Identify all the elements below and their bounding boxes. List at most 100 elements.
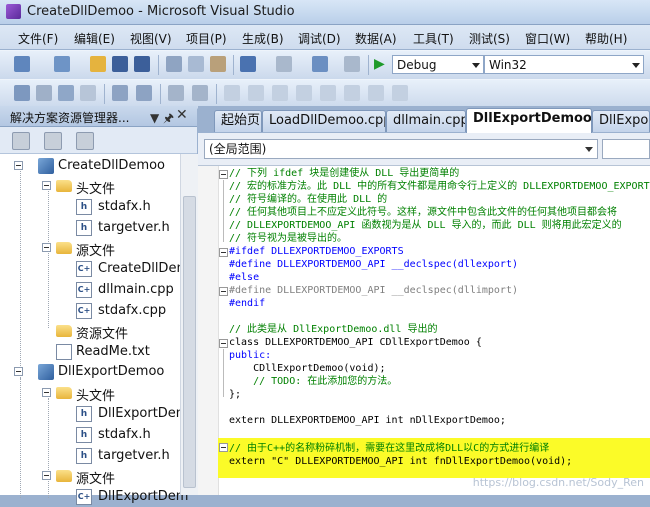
member-select[interactable] (602, 139, 650, 159)
scrollbar-thumb[interactable] (183, 196, 196, 488)
code-editor[interactable]: // 下列 ifdef 块是创建使从 DLL 导出更简单的 // 宏的标准方法。… (198, 166, 650, 495)
tab-start-page[interactable]: 起始页 (214, 110, 262, 132)
menu-build[interactable]: 生成(B) (242, 30, 284, 47)
uncomment-lines-icon[interactable] (192, 85, 208, 101)
navigate-forward-icon[interactable] (344, 56, 360, 72)
tree-node-label: CreateDllDemoo (58, 158, 166, 173)
menu-view[interactable]: 视图(V) (130, 30, 172, 47)
solution-explorer-title: 解决方案资源管理器... (10, 111, 130, 125)
tree-node-label: targetver.h (98, 220, 170, 235)
chevron-down-icon (472, 63, 480, 68)
code-line: // 任何其他项目上不应定义此符号。这样，源文件中包含此文件的任何其他项目都会将 (229, 207, 618, 218)
quick-info-icon[interactable] (58, 85, 74, 101)
solution-configuration-select[interactable]: Debug (392, 55, 484, 74)
tree-connector (48, 398, 49, 498)
menu-help[interactable]: 帮助(H) (585, 30, 627, 47)
comment-lines-icon[interactable] (168, 85, 184, 101)
code-line: #endif (229, 298, 266, 309)
copy-icon[interactable] (188, 56, 204, 72)
toggle-bookmark-icon[interactable] (224, 85, 240, 101)
previous-bookmark-icon[interactable] (248, 85, 264, 101)
start-debugging-icon[interactable]: ▶ (374, 56, 390, 72)
collapse-icon[interactable] (42, 388, 51, 397)
tree-connector (20, 378, 21, 498)
previous-bookmark-in-folder-icon[interactable] (296, 85, 312, 101)
parameter-info-icon[interactable] (36, 85, 52, 101)
menu-bar: 文件(F) 编辑(E) 视图(V) 项目(P) 生成(B) 调试(D) 数据(A… (0, 25, 650, 49)
code-line: // 此类是从 DllExportDemoo.dll 导出的 (229, 324, 438, 335)
complete-word-icon[interactable] (80, 85, 96, 101)
tree-node-label: 源文件 (76, 472, 116, 487)
chevron-down-icon (632, 63, 640, 68)
text-editor-toolbar (0, 79, 650, 109)
new-project-icon[interactable] (14, 56, 30, 72)
code-line: extern DLLEXPORTDEMOO_API int nDllExport… (229, 415, 506, 426)
next-bookmark-in-document-icon[interactable] (368, 85, 384, 101)
collapse-icon[interactable] (42, 181, 51, 190)
tree-node-label: DllExportDem (98, 489, 189, 504)
close-icon[interactable]: ✕ (176, 107, 188, 123)
next-bookmark-icon[interactable] (272, 85, 288, 101)
menu-window[interactable]: 窗口(W) (525, 30, 570, 47)
scope-select[interactable]: (全局范围) (204, 139, 598, 159)
collapse-icon[interactable] (42, 243, 51, 252)
tab-loaddlldemoo-cpp[interactable]: LoadDllDemoo.cpp (262, 110, 386, 132)
save-icon[interactable] (112, 56, 128, 72)
clear-bookmarks-icon[interactable] (392, 85, 408, 101)
code-line: #define DLLEXPORTDEMOO_API __declspec(dl… (229, 259, 518, 270)
code-line: extern "C" DLLEXPORTDEMOO_API int fnDllE… (229, 456, 573, 467)
menu-test[interactable]: 测试(S) (469, 30, 510, 47)
show-all-files-icon[interactable] (44, 132, 62, 150)
save-all-icon[interactable] (134, 56, 150, 72)
undo-icon[interactable] (240, 56, 256, 72)
menu-project[interactable]: 项目(P) (186, 30, 227, 47)
properties-icon[interactable] (12, 132, 30, 150)
header-file-icon: h (76, 220, 92, 236)
collapse-icon[interactable] (42, 471, 51, 480)
code-line: #ifdef DLLEXPORTDEMOO_EXPORTS (229, 246, 404, 257)
collapse-icon[interactable] (219, 287, 228, 296)
tree-node-label: 源文件 (76, 244, 116, 259)
object-browser-icon[interactable] (14, 85, 30, 101)
title-bar: CreateDllDemoo - Microsoft Visual Studio (0, 0, 650, 25)
solution-tree: CreateDllDemoo 头文件 h stdafx.h h targetve… (0, 154, 189, 505)
cut-icon[interactable] (166, 56, 182, 72)
code-line: CDllExportDemoo(void); (229, 363, 386, 374)
decrease-indent-icon[interactable] (112, 85, 128, 101)
next-bookmark-in-folder-icon[interactable] (320, 85, 336, 101)
tab-dllexportdemoo-h[interactable]: DllExportDemoo.h (466, 108, 592, 133)
cpp-file-icon: C+ (76, 303, 92, 319)
folder-icon (56, 242, 72, 254)
collapse-icon[interactable] (14, 367, 23, 376)
code-line: // 符号视为是被导出的。 (229, 233, 348, 244)
menu-file[interactable]: 文件(F) (18, 30, 58, 47)
menu-tools[interactable]: 工具(T) (413, 30, 454, 47)
folder-icon (56, 325, 72, 337)
tree-node-label: ReadMe.txt (76, 344, 150, 359)
refresh-icon[interactable] (76, 132, 94, 150)
tab-dllexport-cpp[interactable]: DllExpor (592, 110, 650, 132)
visual-studio-icon (6, 4, 21, 19)
solution-platform-select[interactable]: Win32 (484, 55, 644, 74)
menu-data[interactable]: 数据(A) (355, 30, 397, 47)
menu-debug[interactable]: 调试(D) (298, 30, 341, 47)
redo-icon[interactable] (276, 56, 292, 72)
indicator-margin (198, 166, 219, 495)
open-file-icon[interactable] (90, 56, 106, 72)
navigate-backward-icon[interactable] (312, 56, 328, 72)
project-icon (38, 364, 54, 380)
collapse-icon[interactable] (219, 443, 228, 452)
tree-node-label: 资源文件 (76, 327, 129, 342)
collapse-icon[interactable] (219, 170, 228, 179)
increase-indent-icon[interactable] (136, 85, 152, 101)
solution-explorer-header: 解决方案资源管理器... ▼ 🖈 ✕ (0, 106, 197, 127)
menu-edit[interactable]: 编辑(E) (74, 30, 115, 47)
tab-dllmain-cpp[interactable]: dllmain.cpp (386, 110, 466, 132)
collapse-icon[interactable] (219, 248, 228, 257)
paste-icon[interactable] (210, 56, 226, 72)
solution-explorer-toolbar (0, 127, 197, 154)
collapse-icon[interactable] (219, 339, 228, 348)
collapse-icon[interactable] (14, 161, 23, 170)
previous-bookmark-in-document-icon[interactable] (344, 85, 360, 101)
add-item-icon[interactable] (54, 56, 70, 72)
